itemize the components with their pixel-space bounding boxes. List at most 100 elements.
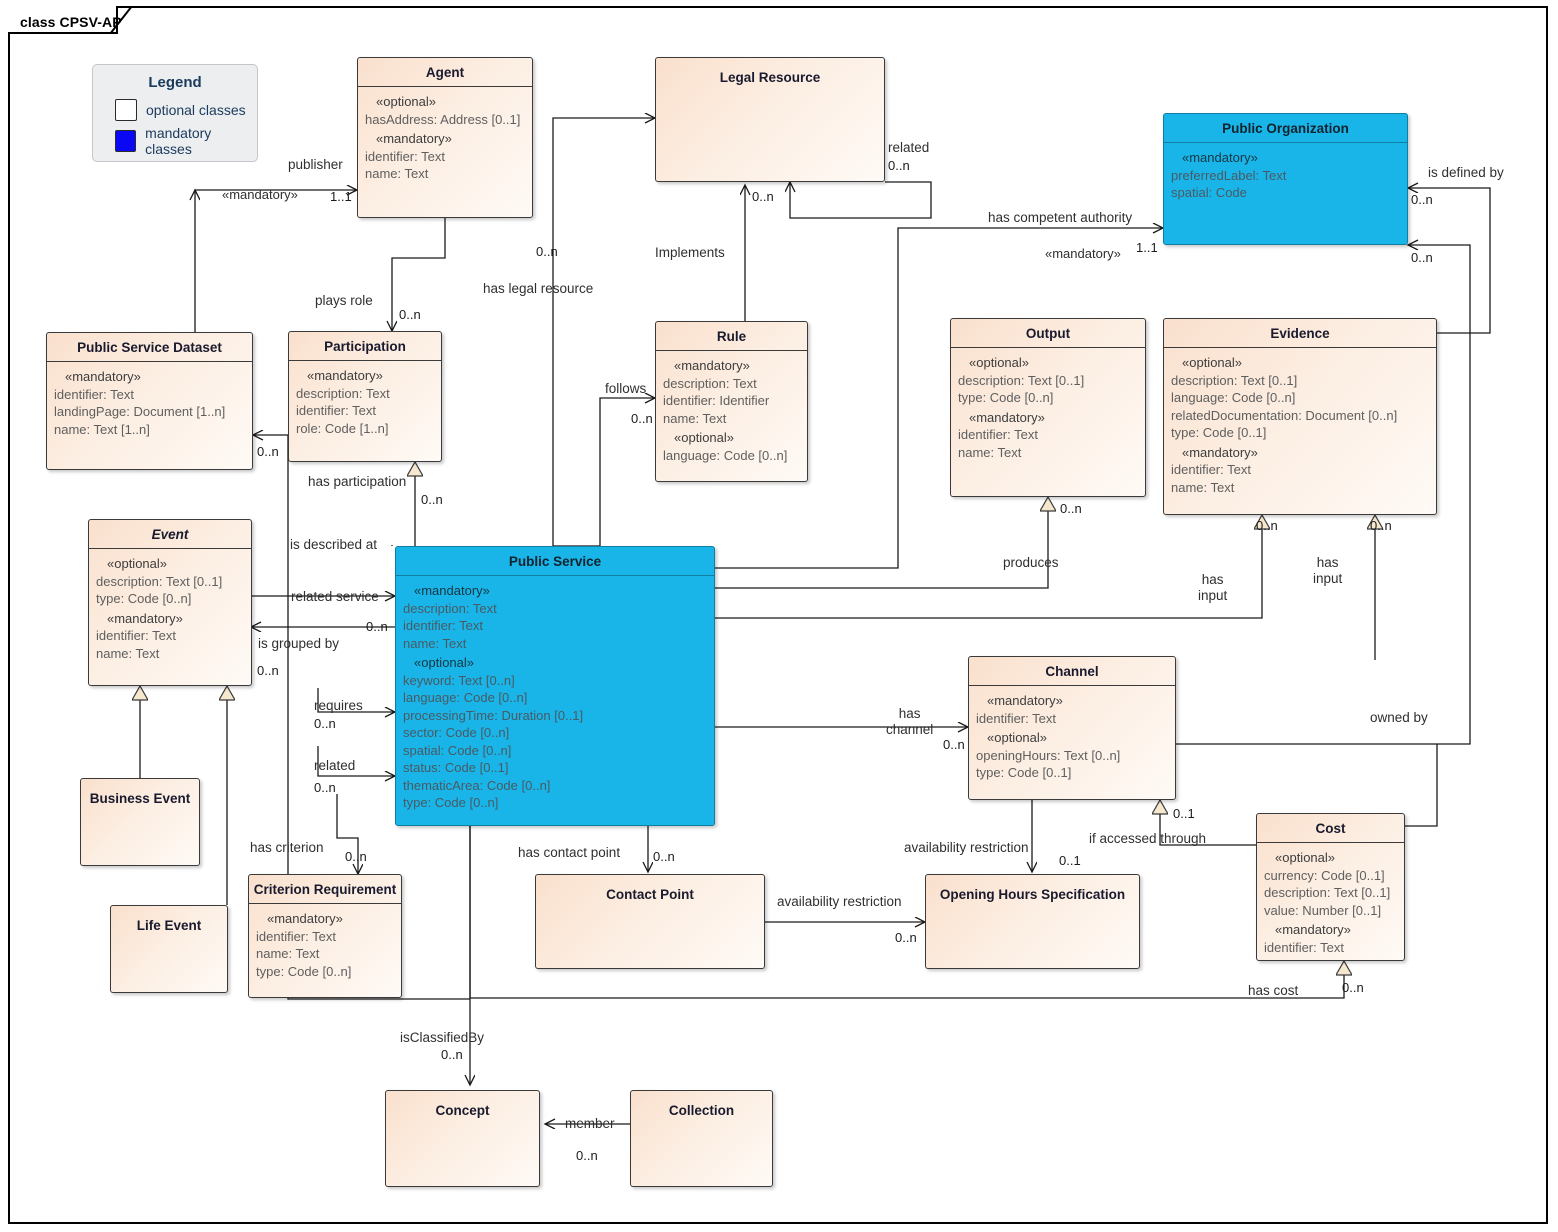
stereotype-label: «optional» <box>1182 355 1242 370</box>
edge-label-plays-role: plays role <box>315 293 373 308</box>
attribute-row: identifier: Text <box>54 386 134 402</box>
attribute-row: identifier: Text <box>296 403 376 418</box>
edge-mult-has-competent-authority: 1..1 <box>1136 240 1158 255</box>
class-channel[interactable]: Channel «mandatory» identifier: Text «optio… <box>968 656 1176 800</box>
legend-item-optional: optional classes <box>93 97 257 123</box>
edge-mult-has-channel: 0..n <box>943 737 965 752</box>
edge-label-has-input-evidence: has input <box>1198 572 1228 603</box>
edge-mult-has-contact-point: 0..n <box>653 849 675 864</box>
class-header-participation: Participation <box>289 332 441 361</box>
edge-mult-related-legal-resource: 0..n <box>888 158 910 173</box>
attribute-row: name: Text <box>1171 479 1235 495</box>
class-header-event: Event <box>89 520 251 549</box>
class-body-agent: «optional» hasAddress: Address [0..1] «man… <box>358 87 532 190</box>
attribute-row: identifier: Identifier <box>663 393 770 408</box>
edge-label-related-service: related service <box>291 589 379 604</box>
attribute-row: landingPage: Document [1..n] <box>54 404 226 419</box>
attribute-group: «optional» openingHours: Text [0..n] type:… <box>976 729 1168 782</box>
edge-label-is-classified-by: isClassifiedBy <box>400 1030 485 1045</box>
stereotype-label: «mandatory» <box>376 131 452 146</box>
attribute-group: «optional» keyword: Text [0..n] language: … <box>403 654 707 812</box>
class-agent[interactable]: Agent «optional» hasAddress: Address [0..1… <box>357 57 533 218</box>
class-collection[interactable]: Collection <box>630 1090 773 1187</box>
attribute-row: type: Code [0..n] <box>958 390 1054 405</box>
class-header-evidence: Evidence <box>1164 319 1436 348</box>
class-body-public-service: «mandatory» description: Text identifier: … <box>396 576 714 819</box>
class-body-output: «optional» description: Text [0..1] type: … <box>951 348 1145 468</box>
attribute-row: type: Code [0..n] <box>256 963 352 979</box>
attribute-row: identifier: Text <box>96 628 176 643</box>
edge-label-related-legal-resource: related <box>888 140 930 155</box>
edge-mult-if-accessed-through: 0..1 <box>1173 806 1195 821</box>
attribute-row: identifier: Text <box>1171 462 1251 477</box>
edge-label-has-criterion: has criterion <box>250 840 324 855</box>
attribute-row: type: Code [0..1] <box>976 765 1072 780</box>
class-public-organization[interactable]: Public Organization «mandatory» preferredL… <box>1163 113 1408 245</box>
attribute-group: «mandatory» description: Text identifier: … <box>663 357 800 427</box>
legend: Legend optional classes mandatory classe… <box>92 64 258 162</box>
uml-diagram-canvas: class CPSV-AP Legend optional classes ma… <box>0 0 1558 1232</box>
stereotype-label: «optional» <box>969 355 1029 370</box>
class-body-cost: «optional» currency: Code [0..1] descripti… <box>1257 843 1404 960</box>
class-contact-point[interactable]: Contact Point <box>535 874 765 969</box>
edge-mult-is-grouped-by: 0..n <box>257 663 279 678</box>
edge-label-availability-restriction-cp: availability restriction <box>777 894 902 909</box>
class-concept[interactable]: Concept <box>385 1090 540 1187</box>
attribute-group: «mandatory» identifier: Text <box>1264 921 1397 956</box>
legend-swatch-optional-icon <box>115 99 137 121</box>
edge-label-has-cost: has cost <box>1248 983 1299 998</box>
class-header-public-service-dataset: Public Service Dataset <box>47 333 252 362</box>
class-criterion-requirement[interactable]: Criterion Requirement «mandatory» identifi… <box>248 874 402 998</box>
class-business-event[interactable]: Business Event <box>80 778 200 866</box>
attribute-row: relatedDocumentation: Document [0..n] <box>1171 407 1398 423</box>
class-opening-hours-specification[interactable]: Opening Hours Specification <box>925 874 1140 969</box>
edge-label-is-grouped-by: is grouped by <box>258 636 340 651</box>
class-body-public-organization: «mandatory» preferredLabel: Text spatial: … <box>1164 143 1407 209</box>
class-public-service-dataset[interactable]: Public Service Dataset «mandatory» identif… <box>46 332 253 470</box>
edge-label-has-channel: has channel <box>886 706 934 737</box>
attribute-row: description: Text <box>663 375 757 391</box>
stereotype-label: «optional» <box>107 556 167 571</box>
attribute-row: identifier: Text <box>1264 939 1344 955</box>
attribute-row: description: Text [0..1] <box>96 573 223 589</box>
attribute-group: «optional» description: Text [0..1] langua… <box>1171 354 1429 442</box>
edge-label-follows: follows <box>605 381 647 396</box>
attribute-row: description: Text [0..1] <box>958 372 1085 388</box>
edge-mult-has-input-channel: 0..n <box>1370 518 1392 533</box>
edge-label-has-competent-authority: has competent authority <box>988 210 1133 225</box>
class-life-event[interactable]: Life Event <box>110 905 228 993</box>
stereotype-label: «mandatory» <box>307 368 383 383</box>
attribute-row: description: Text <box>296 385 390 401</box>
attribute-row: name: Text <box>365 166 429 181</box>
attribute-row: openingHours: Text [0..n] <box>976 747 1121 763</box>
attribute-row: identifier: Text <box>256 928 336 944</box>
edge-mult-has-legal-resource: 0..n <box>536 244 558 259</box>
class-rule[interactable]: Rule «mandatory» description: Text identifi… <box>655 321 808 482</box>
attribute-row: identifier: Text <box>365 148 445 164</box>
class-legal-resource[interactable]: Legal Resource <box>655 57 885 182</box>
class-evidence[interactable]: Evidence «optional» description: Text [0..… <box>1163 318 1437 515</box>
class-header-criterion-requirement: Criterion Requirement <box>249 875 401 904</box>
attribute-row: name: Text <box>958 444 1022 460</box>
edge-mult-plays-role: 0..n <box>399 307 421 322</box>
edge-mult-has-input-evidence: 0..n <box>1256 518 1278 533</box>
class-public-service[interactable]: Public Service «mandatory» description: Te… <box>395 546 715 826</box>
attribute-row: language: Code [0..n] <box>1171 390 1296 405</box>
edge-label-implements: Implements <box>655 245 725 260</box>
class-body-criterion-requirement: «mandatory» identifier: Text name: Text typ… <box>249 904 401 987</box>
edge-mult-psd: 0..n <box>257 444 279 459</box>
class-event[interactable]: Event «optional» description: Text [0..1] t… <box>88 519 252 686</box>
edge-mult-implements: 0..n <box>752 189 774 204</box>
class-participation[interactable]: Participation «mandatory» description: Tex… <box>288 331 442 462</box>
class-cost[interactable]: Cost «optional» currency: Code [0..1] descr… <box>1256 813 1405 961</box>
stereotype-label: «mandatory» <box>987 693 1063 708</box>
edge-label-is-defined-by: is defined by <box>1428 165 1504 180</box>
attribute-row: type: Code [0..n] <box>96 591 192 606</box>
legend-label-optional: optional classes <box>146 102 246 118</box>
stereotype-label: «mandatory» <box>969 409 1045 425</box>
edge-label-has-contact-point: has contact point <box>518 845 621 860</box>
class-output[interactable]: Output «optional» description: Text [0..1]… <box>950 318 1146 497</box>
attribute-row: type: Code [0..n] <box>403 795 499 810</box>
attribute-group: «optional» description: Text [0..1] type: … <box>96 555 244 608</box>
attribute-row: language: Code [0..n] <box>403 690 528 705</box>
